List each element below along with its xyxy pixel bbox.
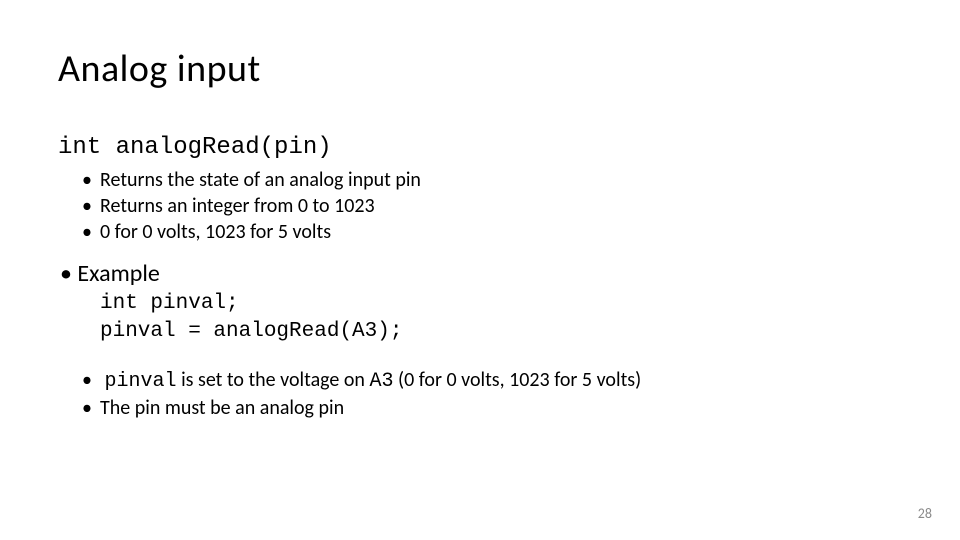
code-inline: A3 [369, 370, 393, 393]
code-line: pinval = analogRead(A3); [100, 318, 902, 346]
text: is set to the voltage on [177, 368, 370, 392]
list-item: pinval is set to the voltage on A3 (0 fo… [100, 367, 902, 395]
explanation-bullets: pinval is set to the voltage on A3 (0 fo… [58, 367, 902, 422]
example-heading: Example [60, 259, 902, 288]
page-number: 28 [918, 505, 932, 522]
list-item: Returns the state of an analog input pin [100, 167, 902, 193]
list-item: 0 for 0 volts, 1023 for 5 volts [100, 219, 902, 245]
signature-bullets: Returns the state of an analog input pin… [58, 167, 902, 245]
text: (0 for 0 volts, 1023 for 5 volts) [393, 368, 641, 392]
list-item: Returns an integer from 0 to 1023 [100, 193, 902, 219]
list-item: The pin must be an analog pin [100, 395, 902, 422]
slide: Analog input int analogRead(pin) Returns… [0, 0, 960, 540]
code-block: int pinval; pinval = analogRead(A3); [58, 290, 902, 347]
slide-title: Analog input [58, 46, 902, 92]
code-line: int pinval; [100, 290, 902, 318]
code-inline: pinval [105, 370, 177, 393]
function-signature: int analogRead(pin) [58, 134, 902, 161]
